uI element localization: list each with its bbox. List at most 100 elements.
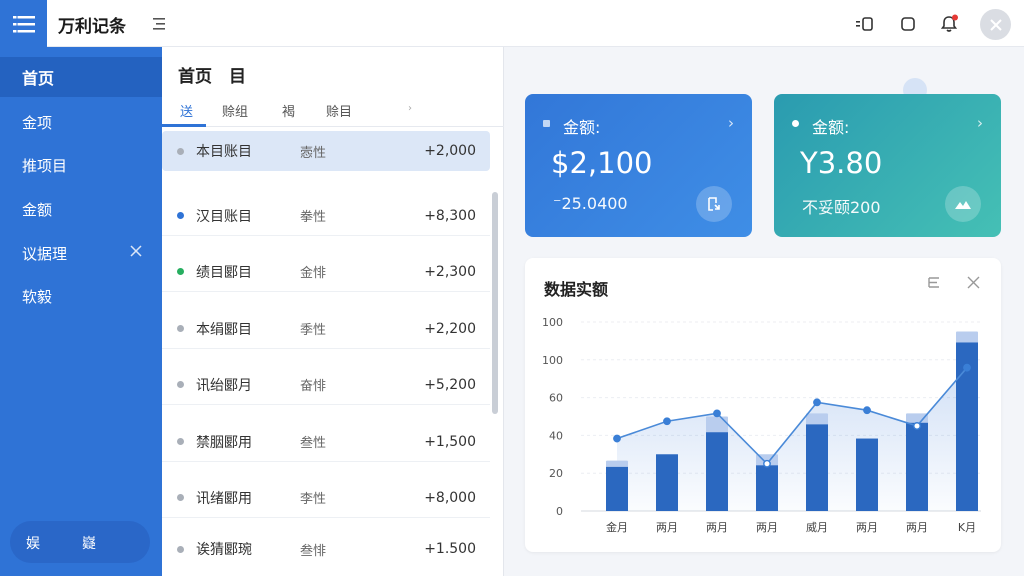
split-view-icon[interactable] (855, 14, 875, 34)
list-item[interactable]: 诶猜郾琬 叁悱 +1.500 (162, 529, 490, 569)
row-type: 金悱 (300, 266, 327, 281)
tab-3[interactable]: 赊目 (326, 101, 352, 120)
mountain-chart-button[interactable] (945, 186, 981, 222)
tab-underline (162, 124, 206, 127)
bullet-icon (543, 120, 550, 127)
row-amount: +8,000 (424, 489, 476, 506)
tab-2[interactable]: 褐 (282, 101, 295, 120)
status-dot (177, 268, 184, 275)
tab-0[interactable]: 送 (180, 101, 193, 120)
line-point (663, 417, 671, 426)
bell-icon[interactable] (939, 14, 959, 34)
row-amount: +5,200 (424, 376, 476, 393)
bar (606, 466, 628, 511)
card-label: 金额: (563, 118, 601, 137)
hamburger-menu-button[interactable] (0, 0, 47, 47)
sidebar-item-label: 金额 (22, 200, 53, 219)
list-item[interactable]: 绩目郾目 金悱 +2,300 (162, 252, 490, 292)
list-item[interactable]: 讯绐郾月 奋悱 +5,200 (162, 365, 490, 405)
sidebar-bottom-left: 娱 (26, 536, 40, 552)
row-name: 汉目账目 (196, 208, 252, 225)
sidebar-item-home[interactable]: 首页 (0, 57, 162, 97)
bar (806, 424, 828, 511)
export-button[interactable] (696, 186, 732, 222)
sidebar-item-management[interactable]: 议据理 (0, 233, 162, 273)
list-item[interactable]: 禁胭郾用 叁性 +1,500 (162, 422, 490, 462)
amount-card-usd[interactable]: 金额: › $2,100 ⁻25.0400 (525, 94, 752, 237)
status-dot (177, 325, 184, 332)
status-dot (177, 381, 184, 388)
row-name: 绩目郾目 (196, 264, 252, 281)
sidebar-item-label: 议据理 (22, 244, 68, 263)
bullet-icon (792, 120, 799, 127)
sidebar-bottom-right: 嶷 (82, 536, 96, 552)
line-point (963, 363, 971, 372)
y-tick-label: 100 (542, 354, 563, 367)
list-item[interactable]: 汉目账目 拳性 +8,300 (162, 196, 490, 236)
tab-1[interactable]: 赊组 (222, 101, 248, 120)
amount-card-yen[interactable]: 金额: › Y3.80 不妥颐200 (774, 94, 1001, 237)
line-point (863, 406, 871, 415)
status-dot (177, 212, 184, 219)
list-item[interactable]: 本目账目 悫性 +2,000 (162, 131, 490, 171)
chevron-right-icon[interactable]: › (977, 114, 983, 132)
bar (756, 465, 778, 511)
chevron-right-icon[interactable]: › (408, 103, 412, 114)
y-tick-label: 60 (549, 392, 563, 405)
status-dot (177, 147, 184, 155)
window-icon[interactable] (898, 14, 918, 34)
list-panel: 首页 目 送 赊组 褐 赊目 › 本目账目 悫性 +2,000 汉目账目 拳性 … (162, 47, 504, 576)
row-amount: +1.500 (424, 541, 476, 557)
page-title: 首页 目 (178, 67, 246, 87)
close-icon (989, 18, 1002, 31)
row-type: 拳性 (300, 210, 327, 225)
sidebar-item-projects[interactable]: 推项目 (0, 145, 162, 185)
row-amount: +1,500 (424, 433, 476, 450)
row-type: 季性 (300, 323, 327, 338)
y-tick-label: 40 (549, 429, 563, 442)
x-tick-label: 两月 (706, 521, 728, 534)
x-tick-label: 威月 (806, 521, 828, 534)
row-name: 本绢郾目 (196, 321, 252, 338)
row-amount: +2,200 (424, 320, 476, 337)
x-tick-label: 两月 (656, 521, 678, 534)
card-value: Y3.80 (800, 146, 883, 180)
sidebar-item-label: 首页 (22, 69, 55, 88)
row-type: 悫性 (300, 145, 327, 161)
bar (856, 438, 878, 511)
sidebar-item-label: 软毅 (22, 287, 53, 306)
chevron-right-icon[interactable]: › (728, 114, 734, 132)
row-amount: +8,300 (424, 207, 476, 224)
list-scrollbar[interactable] (492, 192, 498, 414)
line-point (763, 459, 771, 468)
sidebar-item-amount[interactable]: 金额 (0, 189, 162, 229)
close-icon[interactable] (130, 245, 142, 257)
x-tick-label: K月 (958, 521, 976, 534)
card-value: $2,100 (551, 146, 653, 180)
sidebar-item-gold[interactable]: 金项 (0, 102, 162, 142)
mountain-icon (955, 201, 971, 209)
app-title: 万利记条 (58, 17, 126, 37)
list-toggle-icon[interactable] (153, 16, 167, 35)
x-tick-label: 两月 (756, 521, 778, 534)
y-tick-label: 20 (549, 467, 563, 480)
sidebar-bottom-toggle[interactable]: 娱 嶷 (10, 521, 150, 563)
row-name: 讯绪郾用 (196, 490, 252, 507)
card-subvalue: 不妥颐200 (802, 198, 881, 217)
row-amount: +2,300 (424, 263, 476, 280)
close-button[interactable] (980, 9, 1011, 40)
line-point (913, 422, 921, 430)
list-item[interactable]: 本绢郾目 季性 +2,200 (162, 309, 490, 349)
row-type: 李性 (300, 492, 327, 507)
sidebar-item-software[interactable]: 软毅 (0, 276, 162, 316)
card-subvalue: ⁻25.0400 (553, 194, 628, 213)
tab-bar: 送 赊组 褐 赊目 › (162, 93, 504, 127)
export-icon (708, 197, 720, 211)
list-item[interactable]: 讯绪郾用 李性 +8,000 (162, 478, 490, 518)
line-point (713, 409, 721, 418)
row-type: 奋悱 (300, 379, 327, 394)
row-name: 诶猜郾琬 (196, 542, 252, 558)
menu-icon (12, 14, 35, 33)
top-bar: 万利记条 (0, 0, 1024, 47)
line-point (613, 434, 621, 443)
